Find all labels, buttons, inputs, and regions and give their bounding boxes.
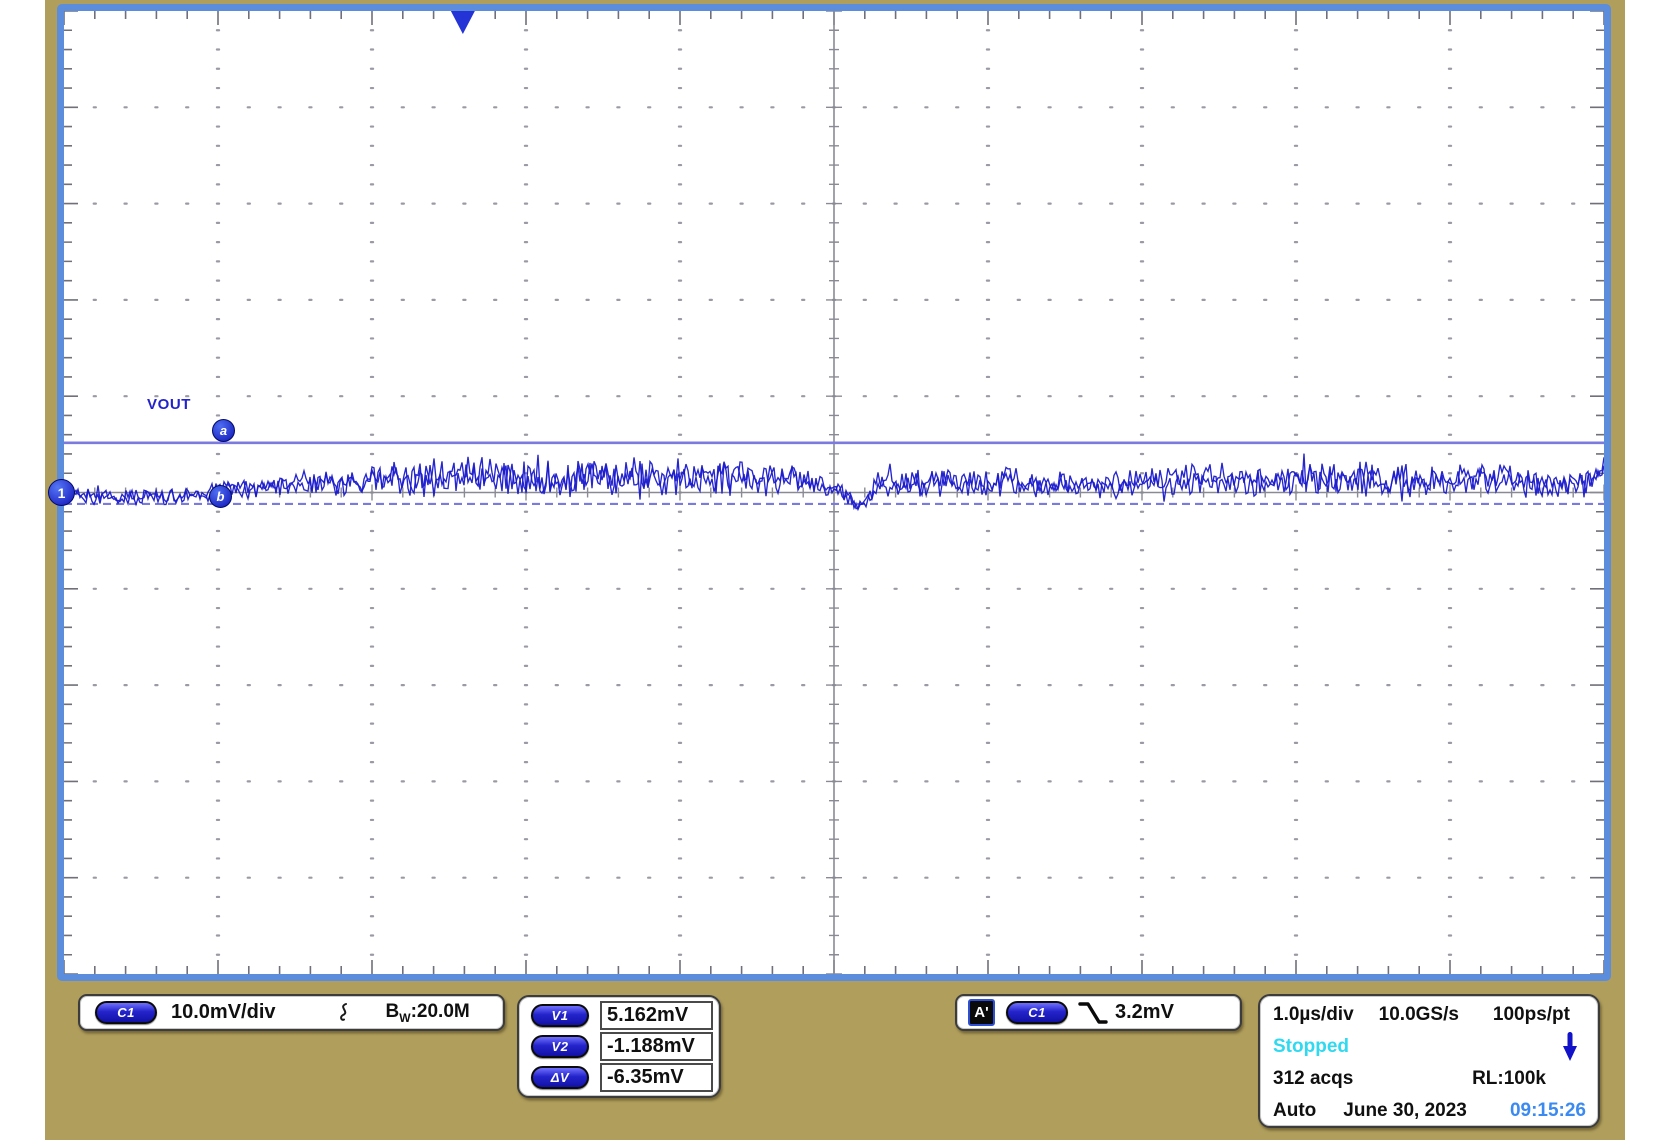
- cursor-v1-row: V1 5.162mV: [531, 1000, 713, 1031]
- scope-bezel: VOUT 1 a b C1 10.0mV/div BW:20.0M V1 5.1…: [45, 0, 1625, 1140]
- cursor-readout[interactable]: V1 5.162mV V2 -1.188mV ΔV -6.35mV: [517, 995, 721, 1098]
- acquisition-count: 312 acqs: [1273, 1068, 1353, 1090]
- trigger-level: 3.2mV: [1115, 1001, 1174, 1024]
- trigger-a-badge[interactable]: A': [968, 999, 995, 1026]
- record-length: RL:100k: [1472, 1068, 1546, 1090]
- date-label: June 30, 2023: [1343, 1100, 1467, 1122]
- channel-1-marker[interactable]: 1: [48, 479, 75, 506]
- bw-w: W: [399, 1010, 410, 1024]
- trigger-source-badge[interactable]: C1: [1006, 1001, 1068, 1024]
- bw-value: :20.0M: [411, 1001, 470, 1022]
- trigger-readout[interactable]: A' C1 3.2mV: [955, 994, 1242, 1031]
- cursor-a-handle[interactable]: a: [212, 419, 235, 442]
- acquisition-readout[interactable]: 1.0µs/div 10.0GS/s 100ps/pt Stopped 312 …: [1258, 994, 1600, 1128]
- bw-b: B: [386, 1001, 400, 1022]
- trigger-mode: Auto: [1273, 1100, 1316, 1122]
- sample-rate: 10.0GS/s: [1379, 1004, 1459, 1026]
- graticule-canvas: [64, 11, 1604, 974]
- falling-edge-icon: [1078, 1000, 1108, 1026]
- cursor-v1-badge[interactable]: V1: [531, 1004, 589, 1027]
- waveform-display[interactable]: VOUT 1 a b: [57, 4, 1611, 981]
- cursor-v1-value: 5.162mV: [600, 1001, 713, 1030]
- cursor-v2-value: -1.188mV: [600, 1032, 713, 1061]
- cursor-v2-row: V2 -1.188mV: [531, 1031, 713, 1062]
- timebase-scale: 1.0µs/div: [1273, 1004, 1354, 1026]
- cursor-delta-value: -6.35mV: [600, 1063, 713, 1092]
- bandwidth-readout: BW:20.0M: [386, 1001, 470, 1025]
- trigger-position-marker[interactable]: [451, 11, 475, 34]
- cursor-delta-row: ΔV -6.35mV: [531, 1062, 713, 1093]
- sample-resolution: 100ps/pt: [1493, 1004, 1570, 1026]
- cursor-b-handle[interactable]: b: [209, 485, 232, 508]
- trace-label: VOUT: [147, 396, 191, 413]
- acquisition-status: Stopped: [1260, 1036, 1598, 1058]
- channel1-badge[interactable]: C1: [95, 1001, 157, 1024]
- acquisition-count-row: 312 acqs RL:100k: [1260, 1068, 1598, 1090]
- clock-label: 09:15:26: [1510, 1100, 1586, 1122]
- cursor-v2-badge[interactable]: V2: [531, 1035, 589, 1058]
- cursor-delta-badge[interactable]: ΔV: [531, 1066, 589, 1089]
- offset-wave-icon: [334, 1002, 352, 1024]
- channel1-scale: 10.0mV/div: [171, 1001, 276, 1024]
- trigger-indicator-arrow-icon: [1559, 1031, 1581, 1063]
- datetime-row: Auto June 30, 2023 09:15:26: [1260, 1100, 1598, 1122]
- channel1-readout[interactable]: C1 10.0mV/div BW:20.0M: [78, 994, 505, 1031]
- timebase-row: 1.0µs/div 10.0GS/s 100ps/pt: [1260, 1004, 1598, 1026]
